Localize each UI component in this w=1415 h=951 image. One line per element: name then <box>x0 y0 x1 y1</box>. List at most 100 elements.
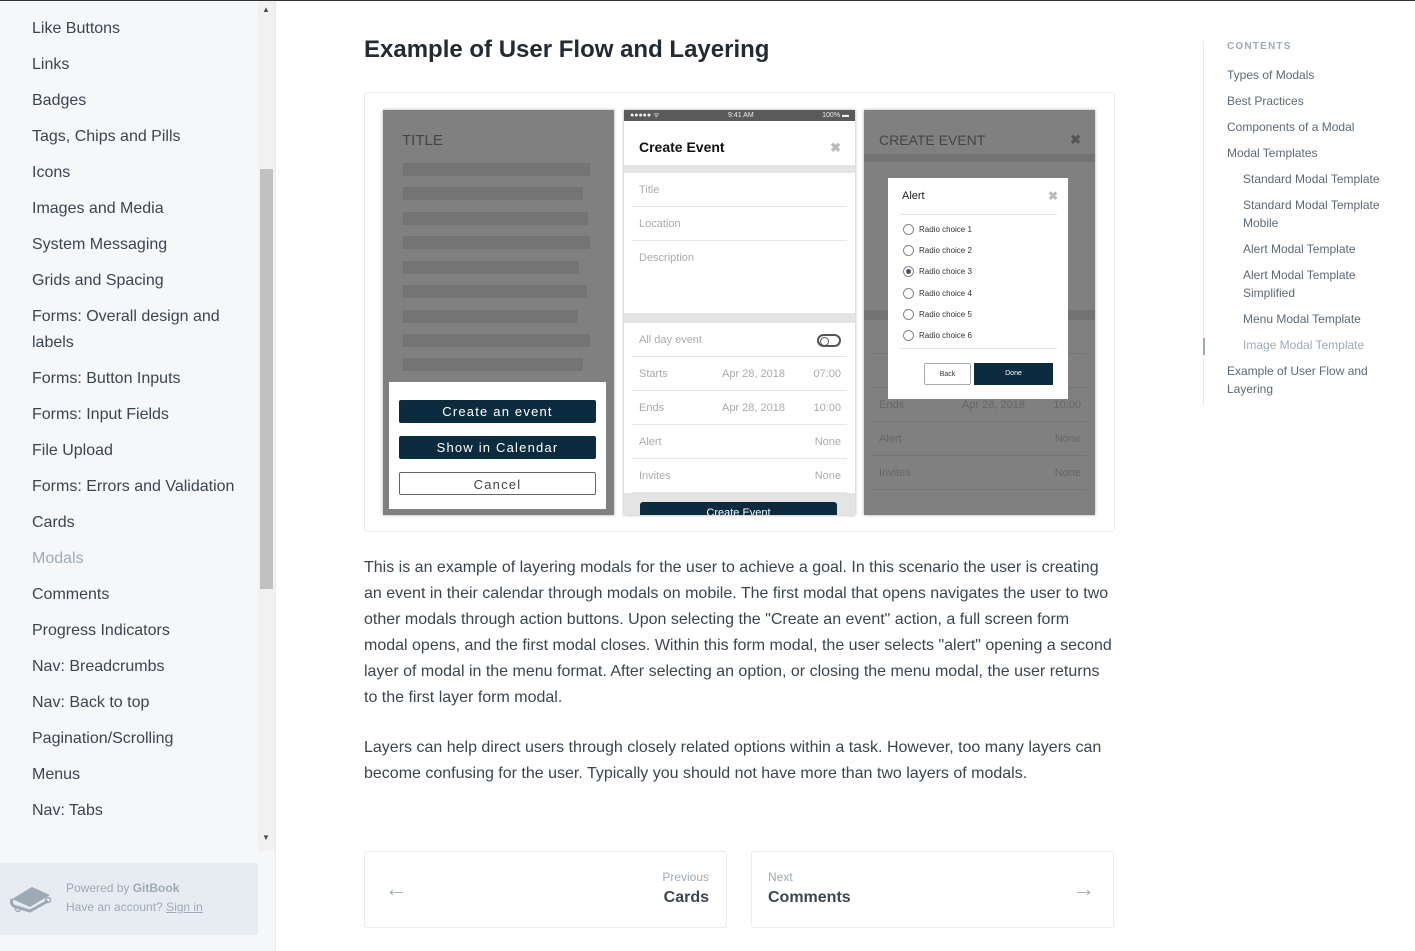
sidebar-item[interactable]: Images and Media <box>0 196 258 222</box>
radio-choice: Radio choice 1 <box>903 224 972 235</box>
account-prompt: Have an account? Sign in <box>66 900 203 914</box>
sidebar-item[interactable]: Forms: Button Inputs <box>0 366 258 392</box>
alert-dialog: Alert ✖ Back Done Radio choice 1 Radio ch… <box>888 178 1068 399</box>
starts-row: Starts Apr 28, 2018 07:00 <box>632 357 847 391</box>
show-calendar-button: Show in Calendar <box>399 436 596 459</box>
radio-choice: Radio choice 2 <box>903 245 972 257</box>
toc-current-marker <box>1203 338 1205 355</box>
radio-icon <box>903 224 914 235</box>
sign-in-link[interactable]: Sign in <box>166 900 203 914</box>
placeholder-bar <box>403 285 587 298</box>
sidebar-item[interactable]: Comments <box>0 582 258 608</box>
sidebar-item[interactable]: Grids and Spacing <box>0 268 258 294</box>
radio-icon <box>903 245 914 257</box>
radio-choice: Radio choice 3 <box>903 266 972 278</box>
sidebar-item[interactable]: File Upload <box>0 438 258 464</box>
close-icon: ✖ <box>1047 189 1058 203</box>
description-field: Description <box>639 252 695 264</box>
next-page-link[interactable]: Next Comments → <box>751 851 1114 928</box>
toc-item[interactable]: Alert Modal Template Simplified <box>1204 266 1403 302</box>
sidebar-item[interactable]: Forms: Input Fields <box>0 402 258 428</box>
toc-item[interactable]: Alert Modal Template <box>1204 240 1403 258</box>
toggle-switch <box>817 334 841 347</box>
sidebar-item[interactable]: Badges <box>0 88 258 114</box>
gitbook-footer: Powered by GitBook Have an account? Sign… <box>0 863 258 935</box>
toc-item[interactable]: Components of a Modal <box>1204 118 1403 136</box>
toc-item[interactable]: Standard Modal Template Mobile <box>1204 196 1403 232</box>
radio-icon <box>903 287 914 299</box>
radio-icon <box>903 330 914 341</box>
powered-by: Powered by GitBook <box>66 881 180 895</box>
screen-title: TITLE <box>402 132 443 149</box>
placeholder-bar <box>403 163 590 176</box>
sidebar-item[interactable]: Nav: Breadcrumbs <box>0 654 258 680</box>
sidebar: Like Buttons Links Badges Tags, Chips and P… <box>0 1 276 951</box>
placeholder-bar <box>403 261 579 274</box>
previous-page-link[interactable]: ← Previous Cards <box>364 851 727 928</box>
close-icon: ✖ <box>1070 132 1081 147</box>
alert-row: Alert None <box>872 422 1087 456</box>
placeholder-bar <box>403 187 583 200</box>
sidebar-item[interactable]: Like Buttons <box>0 16 258 42</box>
sidebar-item[interactable]: Forms: Errors and Validation <box>0 474 258 500</box>
toc-item[interactable]: Menu Modal Template <box>1204 310 1403 328</box>
close-icon: ✖ <box>830 140 841 155</box>
all-day-row: All day event <box>632 323 847 357</box>
radio-choice: Radio choice 5 <box>903 308 972 320</box>
invites-row: Invites None <box>632 459 847 493</box>
ends-row: Ends Apr 28, 2018 10:00 <box>632 391 847 425</box>
sidebar-item[interactable]: Menus <box>0 762 258 788</box>
sidebar-item[interactable]: Cards <box>0 510 258 536</box>
arrow-right-icon: → <box>1073 876 1095 901</box>
toc-item[interactable]: Example of User Flow and Layering <box>1204 362 1403 398</box>
form-modal-screen: ●●●●● ᯤ 9:41 AM 100% ▬ Create Event ✖ Title… <box>624 110 855 515</box>
sidebar-item[interactable]: Pagination/Scrolling <box>0 726 258 752</box>
toc-item[interactable]: Standard Modal Template <box>1204 170 1403 188</box>
alert-row: Alert None <box>632 425 847 459</box>
back-button: Back <box>924 363 971 385</box>
sidebar-item[interactable]: Nav: Back to top <box>0 690 258 716</box>
sidebar-scrollbar[interactable]: ▲ ▼ <box>258 1 275 851</box>
radio-choice: Radio choice 4 <box>903 287 972 299</box>
toc-item[interactable]: Types of Modals <box>1204 66 1403 84</box>
scroll-up-icon[interactable]: ▲ <box>262 5 270 14</box>
sidebar-item[interactable]: Tags, Chips and Pills <box>0 124 258 150</box>
sidebar-item[interactable]: Nav: Tabs <box>0 798 258 824</box>
submit-button: Create Event <box>640 502 837 515</box>
page-title: Example of User Flow and Layering <box>364 36 770 63</box>
cancel-button: Cancel <box>399 472 596 495</box>
paragraph: This is an example of layering modals fo… <box>364 559 1112 706</box>
placeholder-bar <box>403 334 590 347</box>
placeholder-bar <box>403 236 590 249</box>
scroll-down-icon[interactable]: ▼ <box>262 833 270 842</box>
placeholder-bar <box>403 358 583 371</box>
alert-modal-screen: CREATE EVENT ✖ Ends Apr 28, 2018 10:00 Aler… <box>864 110 1095 515</box>
sidebar-item[interactable]: Links <box>0 52 258 78</box>
sidebar-item[interactable]: System Messaging <box>0 232 258 258</box>
sidebar-item[interactable]: Forms: Overall design and labels <box>0 304 258 356</box>
arrow-left-icon: ← <box>385 876 407 901</box>
sidebar-nav: Like Buttons Links Badges Tags, Chips and P… <box>0 1 258 863</box>
sidebar-item[interactable]: Icons <box>0 160 258 186</box>
title-field: Title <box>632 173 847 207</box>
form-header: CREATE EVENT ✖ <box>879 132 1081 148</box>
toc-heading: CONTENTS <box>1227 41 1292 52</box>
done-button: Done <box>974 363 1053 385</box>
scrollbar-thumb[interactable] <box>260 169 273 589</box>
sidebar-item[interactable]: Modals <box>0 546 258 572</box>
invites-row: Invites None <box>872 456 1087 490</box>
user-flow-figure: TITLE Create an event Show in Calendar C… <box>364 92 1115 532</box>
sidebar-item[interactable]: Progress Indicators <box>0 618 258 644</box>
toc-item[interactable]: Modal Templates <box>1204 144 1403 162</box>
radio-icon <box>903 266 914 278</box>
paragraph: Layers can help direct users through clo… <box>364 739 1102 782</box>
toc-item[interactable]: Image Modal Template <box>1204 336 1403 354</box>
form-header: Create Event ✖ <box>639 139 841 155</box>
gitbook-icon <box>10 887 52 913</box>
toc-item[interactable]: Best Practices <box>1204 92 1403 110</box>
create-event-button: Create an event <box>399 400 596 423</box>
table-of-contents: CONTENTS Types of Modals Best Practices Co… <box>1203 41 1403 406</box>
action-sheet: Create an event Show in Calendar Cancel <box>389 382 606 509</box>
location-field: Location <box>632 207 847 241</box>
radio-choice: Radio choice 6 <box>903 330 972 341</box>
